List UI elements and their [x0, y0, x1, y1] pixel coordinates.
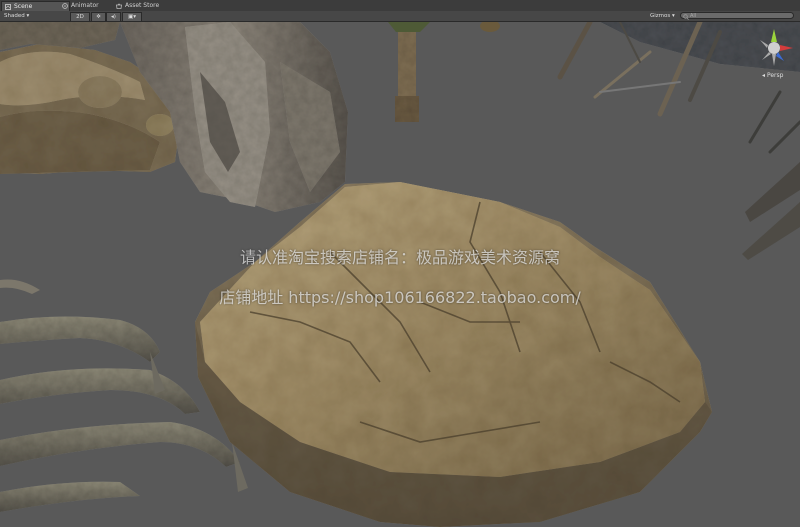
watermark-line-1: 请认准淘宝搜索店铺名：极品游戏美术资源窝 [239, 248, 560, 267]
scene-render [0, 22, 800, 527]
sun-icon: ✲ [96, 14, 101, 20]
shading-mode-value: Shaded [4, 13, 25, 19]
wooden-post [388, 22, 500, 122]
hierarchy-search-input[interactable]: All [680, 12, 794, 19]
2d-mode-label: 2D [76, 14, 84, 20]
scene-icon [5, 4, 11, 10]
gizmos-label: Gizmos [650, 13, 671, 19]
projection-label[interactable]: ◂ Persp [762, 72, 783, 79]
search-placeholder: All [690, 13, 697, 19]
effects-dropdown[interactable]: ▣▾ [122, 12, 142, 22]
lighting-toggle[interactable]: ✲ [91, 12, 106, 22]
scene-toolbar: Shaded ▾ 2D ✲ ◂) ▣▾ Gizmos ▾ All [0, 11, 800, 22]
scene-viewport[interactable]: ◂ Persp 请认准淘宝搜索店铺名：极品游戏美术资源窝 店铺地址 https:… [0, 22, 800, 527]
gizmo-y-axis[interactable] [771, 29, 777, 42]
tab-scene-label: Scene [14, 3, 33, 10]
chevron-down-icon: ▾ [26, 13, 30, 19]
2d-mode-toggle[interactable]: 2D [70, 12, 90, 22]
tab-asset-store[interactable]: Asset Store [113, 1, 185, 11]
animator-icon [62, 3, 68, 9]
watermark-line-2: 店铺地址 https://shop106166822.taobao.com/ [219, 288, 581, 307]
projection-text: Persp [766, 72, 784, 79]
audio-toggle[interactable]: ◂) [106, 12, 121, 22]
tab-asset-store-label: Asset Store [125, 2, 160, 9]
shading-mode-dropdown[interactable]: Shaded ▾ [4, 12, 29, 20]
perspective-icon: ◂ [762, 72, 766, 79]
asset-store-icon [116, 3, 122, 9]
gizmo-x-axis[interactable] [780, 45, 793, 51]
speaker-icon: ◂) [111, 14, 116, 20]
rock-platform [195, 182, 712, 527]
chevron-down-icon: ▾ [672, 13, 675, 19]
image-icon: ▣▾ [128, 14, 136, 20]
tab-animator-label: Animator [71, 2, 99, 9]
gizmo-z-axis[interactable] [776, 52, 784, 61]
search-icon [683, 14, 689, 20]
gizmos-dropdown[interactable]: Gizmos ▾ [650, 12, 675, 20]
orientation-gizmo[interactable] [752, 26, 796, 78]
